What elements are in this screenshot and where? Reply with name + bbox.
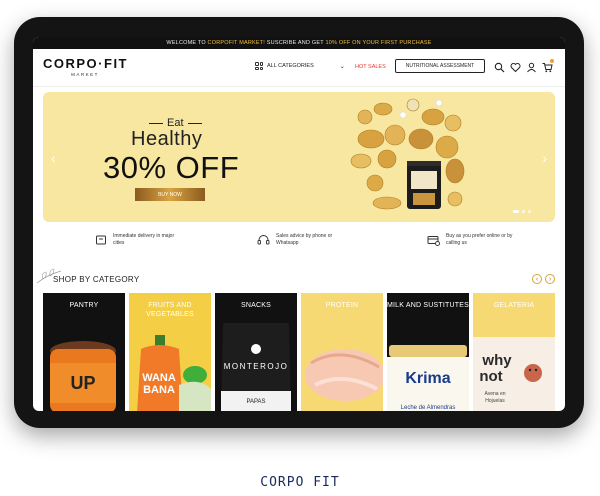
search-icon[interactable] <box>494 60 505 73</box>
oat-pack-image: why not Avena en Hojuelas <box>473 337 555 411</box>
hero-banner[interactable]: Eat Healthy 30% OFF BUY NOW ‹ › <box>43 92 555 222</box>
shop-by-category-title: SHOP BY CATEGORY <box>53 275 140 284</box>
almond-milk-image: Krima Leche de Almendras <box>387 345 469 411</box>
logo-wordmark: CORPO·FIT <box>43 56 128 71</box>
svg-text:BANA: BANA <box>143 384 175 396</box>
category-card-snacks[interactable]: MONTEROJO PAPAS SNACKS <box>215 293 297 411</box>
category-card-pantry[interactable]: UP PANTRY <box>43 293 125 411</box>
svg-text:Avena en: Avena en <box>484 391 505 397</box>
hero-dot[interactable] <box>528 210 531 213</box>
svg-text:Leche de Almendras: Leche de Almendras <box>401 405 456 411</box>
support-headset-icon <box>257 234 270 244</box>
hero-discount: 30% OFF <box>103 150 240 185</box>
buy-now-button[interactable]: BUY NOW <box>135 188 205 201</box>
category-card-fruits[interactable]: WANA BANA FRUITS AND VEGETABLES <box>129 293 211 411</box>
user-icon[interactable] <box>526 60 537 73</box>
tablet-frame: WELCOME TO CORPOFIT MARKET! SUSCRIBE AND… <box>14 17 584 428</box>
category-label: PANTRY <box>69 302 99 309</box>
svg-text:PAPAS: PAPAS <box>246 399 265 405</box>
hero-pagination <box>513 210 531 213</box>
all-categories-dropdown[interactable]: ALL CATEGORIES ⌄ <box>255 62 345 70</box>
feature-delivery-text: Immediate delivery in major cities <box>113 233 175 246</box>
category-cards: UP PANTRY WANA BANA FRUITS AND VEGETABLE… <box>43 293 555 411</box>
category-label: FRUITS AND VEGETABLES <box>146 302 194 318</box>
pantry-jar-image: UP <box>50 341 116 411</box>
promo-text-mid: SUSCRIBE AND GET <box>266 40 324 46</box>
svg-text:MONTEROJO: MONTEROJO <box>224 362 289 371</box>
chicken-breast-image <box>305 349 383 401</box>
hero-product-image <box>350 98 465 210</box>
snack-bag-image: MONTEROJO PAPAS <box>221 323 291 411</box>
promo-bar: WELCOME TO CORPOFIT MARKET! SUSCRIBE AND… <box>33 37 565 49</box>
feature-advice: Sales advice by phone or Whatsapp <box>257 233 346 246</box>
category-next-button[interactable]: › <box>545 274 555 284</box>
category-label: SNACKS <box>241 302 271 309</box>
cart-badge <box>550 59 554 63</box>
logo[interactable]: CORPO·FIT MARKET <box>43 56 127 77</box>
payment-card-icon <box>427 235 440 246</box>
svg-text:Krima: Krima <box>405 370 450 387</box>
feature-payment: Buy as you prefer online or by calling u… <box>427 233 516 246</box>
hero-healthy-text: Healthy <box>131 128 203 150</box>
hero-dot[interactable] <box>522 210 525 213</box>
heart-icon[interactable] <box>510 60 521 73</box>
category-nav: ‹ › <box>532 274 555 284</box>
svg-text:Hojuelas: Hojuelas <box>485 398 505 404</box>
grid-icon <box>255 62 263 70</box>
svg-text:WANA: WANA <box>142 372 176 384</box>
delivery-box-icon <box>96 235 106 244</box>
chevron-down-icon: ⌄ <box>339 63 345 70</box>
all-categories-label: ALL CATEGORIES <box>267 63 314 69</box>
category-label: PROTEIN <box>325 302 359 309</box>
promo-text: WELCOME TO <box>166 40 206 46</box>
hot-sales-link[interactable]: HOT SALES <box>355 64 386 70</box>
cart-icon[interactable] <box>542 59 554 73</box>
hero-next-arrow[interactable]: › <box>542 150 547 166</box>
category-label: MILK AND SUSTITUTES <box>387 302 469 309</box>
nutritional-assessment-button[interactable]: NUTRITIONAL ASSESSMENT <box>395 59 485 73</box>
feature-payment-text: Buy as you prefer online or by calling u… <box>446 233 513 246</box>
hero-dot-active[interactable] <box>513 210 519 213</box>
svg-text:not: not <box>479 368 502 385</box>
category-prev-button[interactable]: ‹ <box>532 274 542 284</box>
website-screen: WELCOME TO CORPOFIT MARKET! SUSCRIBE AND… <box>33 37 565 411</box>
category-card-milk[interactable]: Krima Leche de Almendras MILK AND SUSTIT… <box>387 293 469 411</box>
svg-text:why: why <box>481 352 512 369</box>
svg-text:UP: UP <box>70 373 95 393</box>
category-card-protein[interactable]: PROTEIN <box>301 293 383 411</box>
brand-caption: CORPO FIT <box>260 475 340 490</box>
category-card-gelateria[interactable]: why not Avena en Hojuelas GELATERIA <box>473 293 555 411</box>
promo-offer: 10% OFF ON YOUR FIRST PURCHASE <box>325 40 432 46</box>
header-icons <box>494 59 554 73</box>
feature-delivery: Immediate delivery in major cities <box>95 233 183 246</box>
category-label: GELATERIA <box>493 302 535 309</box>
feature-advice-text: Sales advice by phone or Whatsapp <box>276 233 333 246</box>
promo-brand: CORPOFIT MARKET! <box>207 40 266 46</box>
logo-subtitle: MARKET <box>71 72 99 77</box>
hero-prev-arrow[interactable]: ‹ <box>51 150 56 166</box>
site-header: CORPO·FIT MARKET ALL CATEGORIES ⌄ HOT SA… <box>33 49 565 87</box>
